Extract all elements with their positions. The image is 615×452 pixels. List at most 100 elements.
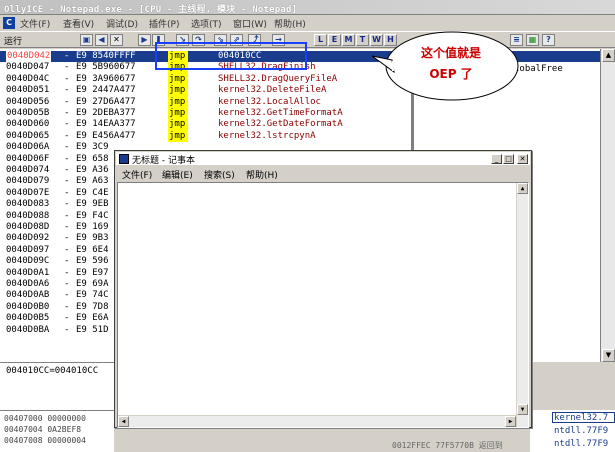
disasm-bytes: E9 E456A477	[76, 130, 136, 141]
disasm-row[interactable]: 0040D051 - E9 2447A477 jmp kernel32.Dele…	[0, 85, 411, 97]
disasm-bytes: E9 2DEBA377	[76, 108, 136, 118]
notepad-window[interactable]: 无标题 - 记事本 _ □ ✕ 文件(F) 编辑(E) 搜索(S) 帮助(H) …	[114, 150, 532, 428]
disasm-bytes: E9 27D6A477	[76, 96, 136, 107]
toolbar-log-button[interactable]: L	[314, 34, 327, 46]
disasm-separator: -	[64, 51, 70, 61]
notepad-text-area[interactable]: ▲ ▼ ◀ ▶	[117, 182, 529, 428]
disasm-bytes: E9 F4C	[76, 210, 109, 221]
disasm-separator: -	[64, 256, 70, 267]
disasm-operand: kernel32.GetDateFormatA	[218, 119, 343, 130]
menu-help[interactable]: 帮助(H)	[274, 17, 306, 30]
menu-window[interactable]: 窗口(W)	[233, 17, 267, 30]
callout-line-1: 这个值就是	[420, 46, 481, 60]
open-icon[interactable]: ▣	[80, 34, 93, 46]
options-icon[interactable]: ▦	[526, 34, 539, 46]
disasm-separator: -	[64, 108, 70, 118]
disasm-bytes: E9 A36	[76, 165, 109, 175]
disasm-separator: -	[64, 244, 70, 255]
toolbar-modules-button[interactable]: E	[328, 34, 341, 46]
disasm-bytes: E9 3C9	[76, 142, 109, 153]
maximize-icon[interactable]: □	[503, 154, 514, 164]
oep-highlight-box	[155, 42, 307, 70]
toolbar-threads-button[interactable]: T	[356, 34, 369, 46]
menu-view[interactable]: 查看(V)	[63, 17, 94, 30]
disasm-scrollbar[interactable]: ▲ ▼	[600, 49, 615, 362]
scroll-left-icon[interactable]: ◀	[118, 416, 129, 427]
disasm-opcode: jmp	[168, 96, 188, 108]
stack-hint: 0012FFEC 77F5770B 返回到	[392, 441, 503, 450]
disasm-row[interactable]: 0040D05B - E9 2DEBA377 jmp kernel32.GetT…	[0, 108, 411, 120]
disasm-separator: -	[64, 222, 70, 232]
disasm-address: 0040D074	[6, 165, 50, 175]
disasm-address: 0040D056	[6, 96, 50, 107]
disasm-address: 0040D083	[6, 199, 50, 210]
disasm-address: 0040D0B5	[6, 313, 50, 324]
menu-options[interactable]: 选项(T)	[191, 17, 222, 30]
run-icon[interactable]: ▶	[138, 34, 151, 46]
disasm-separator: -	[64, 119, 70, 130]
menu-plugins[interactable]: 插件(P)	[149, 17, 179, 30]
notepad-hscrollbar[interactable]: ◀ ▶	[118, 415, 516, 427]
disasm-address: 0040D092	[6, 233, 50, 244]
disasm-bytes: E9 A63	[76, 176, 109, 187]
disasm-row[interactable]: 0040D056 - E9 27D6A477 jmp kernel32.Loca…	[0, 96, 411, 108]
disasm-separator: -	[64, 324, 70, 335]
disasm-separator: -	[64, 187, 70, 198]
disasm-bytes: E9 5B960677	[76, 62, 136, 73]
close-icon[interactable]: ✕	[517, 154, 528, 164]
disasm-bytes: E9 69A	[76, 279, 109, 289]
notepad-vscrollbar[interactable]: ▲ ▼	[516, 183, 528, 427]
close-debug-icon[interactable]: ✕	[110, 34, 123, 46]
app-icon[interactable]: C	[3, 17, 15, 29]
disasm-separator: -	[64, 210, 70, 221]
disasm-separator: -	[64, 96, 70, 107]
disasm-separator: -	[64, 279, 70, 289]
scroll-down-icon[interactable]: ▼	[517, 404, 528, 415]
toolbar: 运行 ▣ ◀ ✕ ▶ ❚ ↘ ↷ ⇘ ⇗ ⤴ → L E M T W H ≡ ▦…	[0, 31, 615, 48]
scroll-right-icon[interactable]: ▶	[505, 416, 516, 427]
toolbar-memory-button[interactable]: M	[342, 34, 355, 46]
dump-pane[interactable]: 00407000 00000000 00407004 0A2BEF8 00407…	[0, 410, 114, 452]
disasm-row[interactable]: 0040D04C - E9 3A960677 jmp SHELL32.DragQ…	[0, 73, 411, 86]
notepad-menu-search[interactable]: 搜索(S)	[204, 168, 235, 181]
scroll-up-icon[interactable]: ▲	[602, 49, 615, 62]
disasm-separator: -	[64, 267, 70, 278]
disasm-row[interactable]: 0040D065 - E9 E456A477 jmp kernel32.lstr…	[0, 130, 411, 143]
scroll-down-icon[interactable]: ▼	[602, 349, 615, 362]
disasm-address: 0040D05B	[6, 108, 50, 118]
disasm-bytes: E9 51D	[76, 324, 109, 335]
help-icon[interactable]: ?	[542, 34, 555, 46]
disasm-separator: -	[64, 233, 70, 244]
disasm-operand: kernel32.GetTimeFormatA	[218, 108, 343, 118]
notepad-title-bar[interactable]: 无标题 - 记事本 _ □ ✕	[116, 152, 530, 166]
scroll-up-icon[interactable]: ▲	[517, 183, 528, 194]
status-run-label: 运行	[4, 37, 23, 47]
menu-file[interactable]: 文件(F)	[20, 17, 50, 30]
disasm-separator: -	[64, 153, 70, 164]
window-title: OllyICE - Notepad.exe - [CPU - 主线程, 模块 -…	[4, 5, 298, 15]
disasm-address: 0040D06F	[6, 153, 50, 164]
disasm-opcode: jmp	[168, 73, 188, 86]
minimize-icon[interactable]: _	[491, 154, 502, 164]
dump-row: 00407000 00000000	[4, 414, 86, 423]
window-title-bar: OllyICE - Notepad.exe - [CPU - 主线程, 模块 -…	[0, 0, 615, 15]
disasm-opcode: jmp	[168, 119, 188, 131]
disasm-address: 0040D0B0	[6, 301, 50, 312]
disasm-address: 0040D0BA	[6, 324, 50, 335]
disasm-bytes: E9 658	[76, 153, 109, 164]
disasm-separator: -	[64, 142, 70, 153]
disasm-operand: kernel32.lstrcpynA	[218, 130, 316, 141]
disasm-row[interactable]: 0040D060 - E9 14EAA377 jmp kernel32.GetD…	[0, 119, 411, 131]
disasm-separator: -	[64, 165, 70, 175]
disasm-address: 0040D060	[6, 119, 50, 130]
menu-debug[interactable]: 调试(D)	[106, 17, 138, 30]
disasm-bytes: E9 9EB	[76, 199, 109, 210]
notepad-menu-file[interactable]: 文件(F)	[122, 168, 152, 181]
disasm-address: 0040D07E	[6, 187, 50, 198]
notepad-menu-edit[interactable]: 编辑(E)	[162, 168, 193, 181]
disasm-separator: -	[64, 85, 70, 96]
notepad-menu-help[interactable]: 帮助(H)	[246, 168, 278, 181]
stack-pane[interactable]: kernel32.7 ntdll.77F9 ntdll.77F9	[530, 410, 615, 452]
disasm-opcode: jmp	[168, 85, 188, 97]
restart-icon[interactable]: ◀	[95, 34, 108, 46]
